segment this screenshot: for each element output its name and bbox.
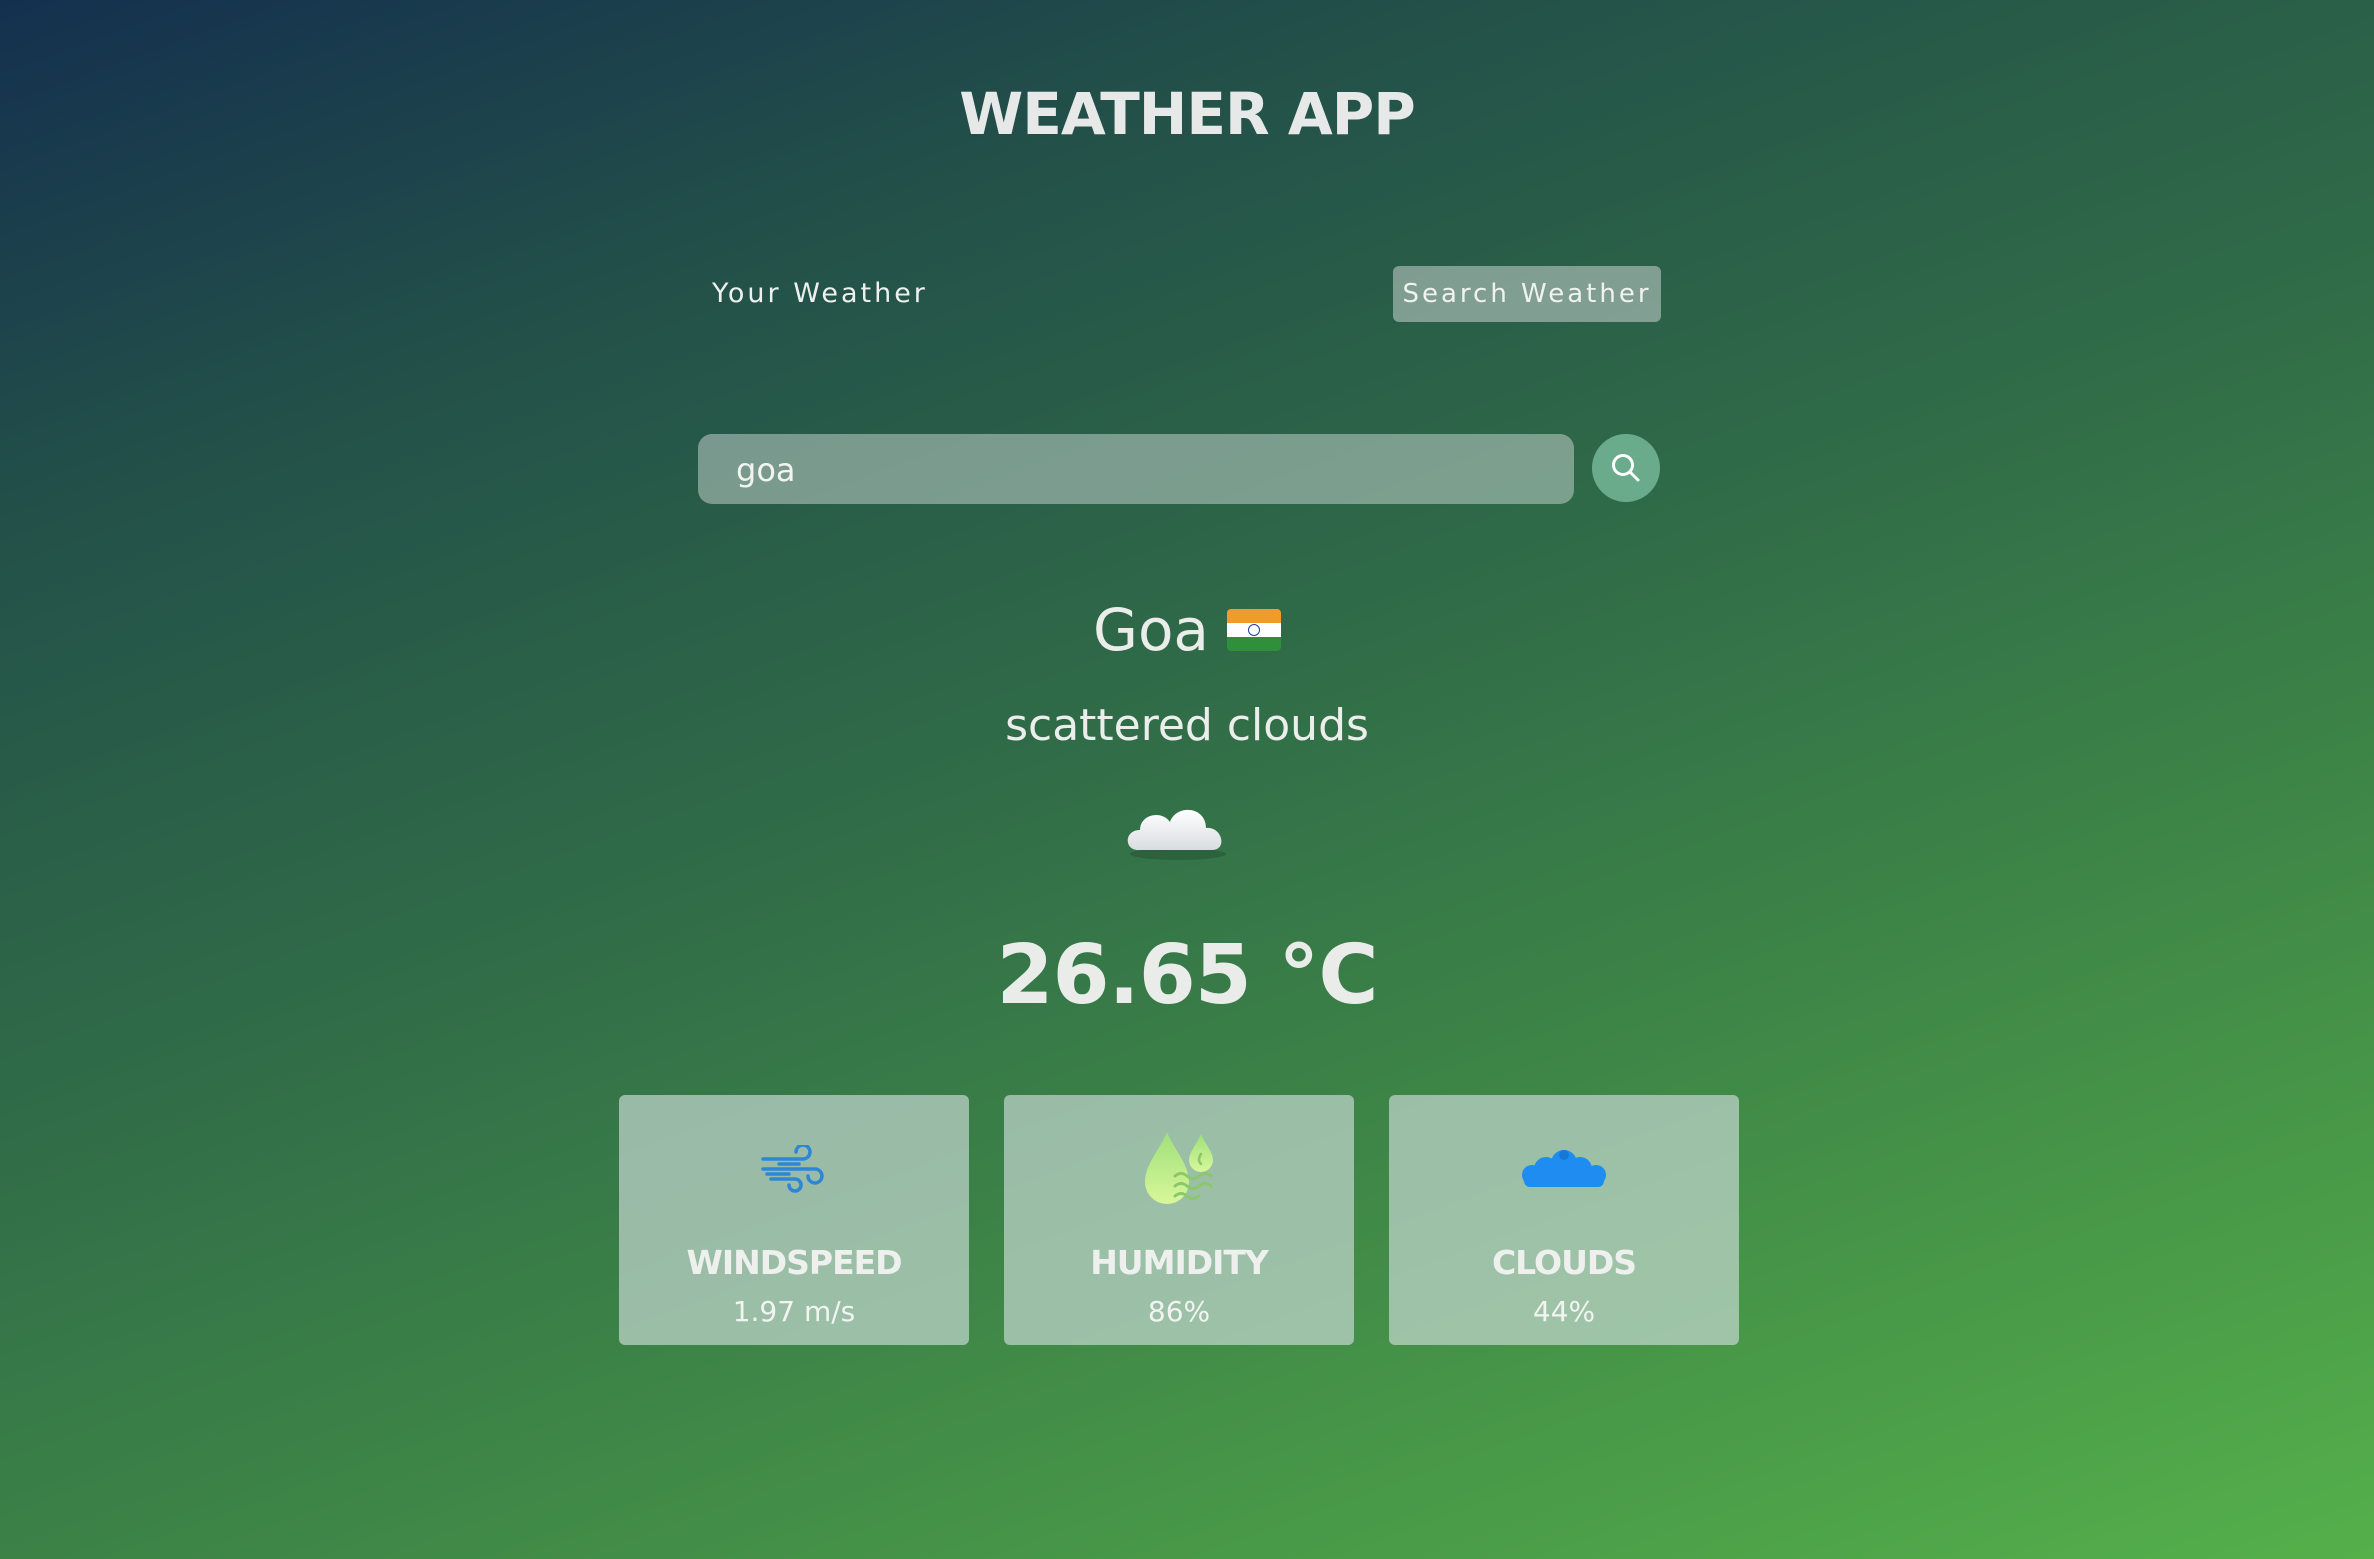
search-input[interactable] — [734, 434, 1578, 506]
tab-search-weather[interactable]: Search Weather — [1393, 266, 1661, 322]
windspeed-label: WINDSPEED — [686, 1243, 902, 1282]
app-title: WEATHER APP — [959, 80, 1415, 148]
windspeed-value: 1.97 m/s — [732, 1295, 856, 1328]
clouds-label: CLOUDS — [1491, 1243, 1637, 1282]
search-icon — [1612, 454, 1640, 482]
city-heading: Goa — [0, 590, 2374, 670]
humidity-icon — [1004, 1125, 1354, 1215]
search-button[interactable] — [1592, 434, 1660, 502]
wind-icon — [619, 1125, 969, 1215]
cloud-icon — [1118, 790, 1238, 870]
humidity-label: HUMIDITY — [1090, 1243, 1269, 1282]
search-box — [698, 434, 1578, 506]
clouds-value: 44% — [1532, 1295, 1596, 1328]
clouds-card: CLOUDS 44% — [1389, 1095, 1739, 1345]
humidity-card: HUMIDITY 86% — [1004, 1095, 1354, 1345]
india-flag-icon — [1226, 608, 1281, 651]
city-name: Goa — [1093, 596, 1209, 664]
weather-description: scattered clouds — [1005, 700, 1369, 751]
clouds-icon — [1389, 1125, 1739, 1215]
windspeed-card: WINDSPEED 1.97 m/s — [619, 1095, 969, 1345]
temperature: 26.65 °C — [996, 928, 1378, 1023]
tab-your-weather[interactable]: Your Weather — [698, 266, 928, 322]
humidity-value: 86% — [1147, 1295, 1211, 1328]
